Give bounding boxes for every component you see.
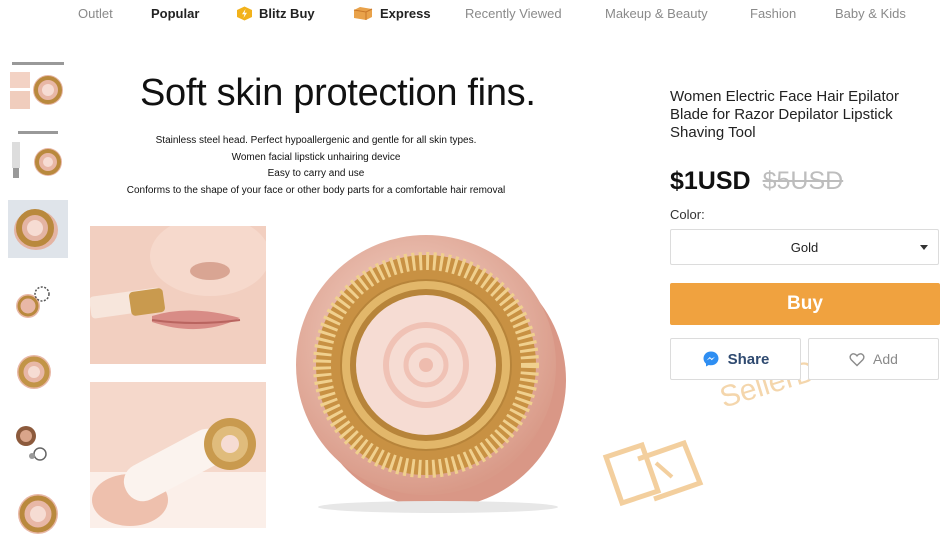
caret-down-icon [920,245,928,250]
image-headline: Soft skin protection fins. [140,72,536,114]
product-thumbnail-image [16,286,50,318]
share-button[interactable]: Share [670,338,801,380]
image-feature-line: Conforms to the shape of your face or ot… [126,184,506,196]
color-dropdown[interactable]: Gold [670,229,939,265]
product-thumbnail-image [18,494,58,534]
nav-item-label: Express [380,6,431,21]
share-button-label: Share [727,350,770,368]
thumbnail[interactable] [8,272,68,330]
product-thumbnail-image [12,131,62,178]
lightning-badge-icon [237,6,252,21]
thumbnail-active[interactable] [8,200,68,258]
nav-item-baby-kids[interactable]: Baby & Kids [835,6,906,21]
nav-item-label: Recently Viewed [465,6,562,21]
product-thumbnail-image [8,200,68,258]
price-row: $1USD $5USD [670,167,843,196]
product-thumbnail-image [10,62,64,109]
nav-item-fashion[interactable]: Fashion [750,6,796,21]
nav-item-label: Baby & Kids [835,6,906,21]
add-to-wishlist-button[interactable]: Add [808,338,939,380]
express-box-icon [353,7,373,20]
category-nav: Outlet Popular Blitz Buy Express Recentl… [0,0,952,30]
nav-item-express[interactable]: Express [352,6,431,21]
nav-item-label: Makeup & Beauty [605,6,708,21]
epilator-head-photo [296,235,566,513]
image-feature-line: Stainless steel head. Perfect hypoallerg… [155,135,477,146]
nav-item-label: Outlet [78,6,113,21]
nav-item-makeup-beauty[interactable]: Makeup & Beauty [605,6,708,21]
nav-item-recently-viewed[interactable]: Recently Viewed [465,6,562,21]
nav-item-label: Fashion [750,6,797,21]
original-price: $5USD [762,167,844,195]
current-price: $1USD [670,167,751,195]
image-feature-line: Women facial lipstick unhairing device [231,151,401,163]
image-feature-list: Stainless steel head. Perfect hypoallerg… [88,133,544,199]
nav-item-popular[interactable]: Popular [151,6,199,21]
thumbnail[interactable] [8,128,68,186]
seller-defense-watermark: SellerDefense [598,328,952,515]
nav-item-label: Popular [151,6,200,21]
main-product-image[interactable]: Soft skin protection fins. Stainless ste… [88,60,628,543]
face-usage-photo [90,226,266,364]
nav-item-label: Blitz Buy [259,6,315,21]
heart-icon [849,352,865,366]
nav-item-blitz-buy[interactable]: Blitz Buy [236,6,315,21]
color-label: Color: [670,207,705,222]
thumbnail[interactable] [8,488,68,543]
product-title: Women Electric Face Hair Epilator Blade … [670,88,899,141]
buy-button[interactable]: Buy [670,283,940,325]
selected-color-value: Gold [790,239,819,255]
add-button-label: Add [873,351,898,367]
product-thumbnail-image [17,355,51,389]
messenger-icon [703,351,719,367]
thumbnail[interactable] [8,344,68,402]
image-feature-line: Easy to carry and use [267,168,365,179]
thumbnail[interactable] [8,416,68,474]
buy-button-label: Buy [787,293,823,314]
hand-usage-photo [90,382,266,528]
nav-item-outlet[interactable]: Outlet [78,6,113,21]
thumbnail[interactable] [8,58,68,116]
product-thumbnail-image [16,426,47,461]
